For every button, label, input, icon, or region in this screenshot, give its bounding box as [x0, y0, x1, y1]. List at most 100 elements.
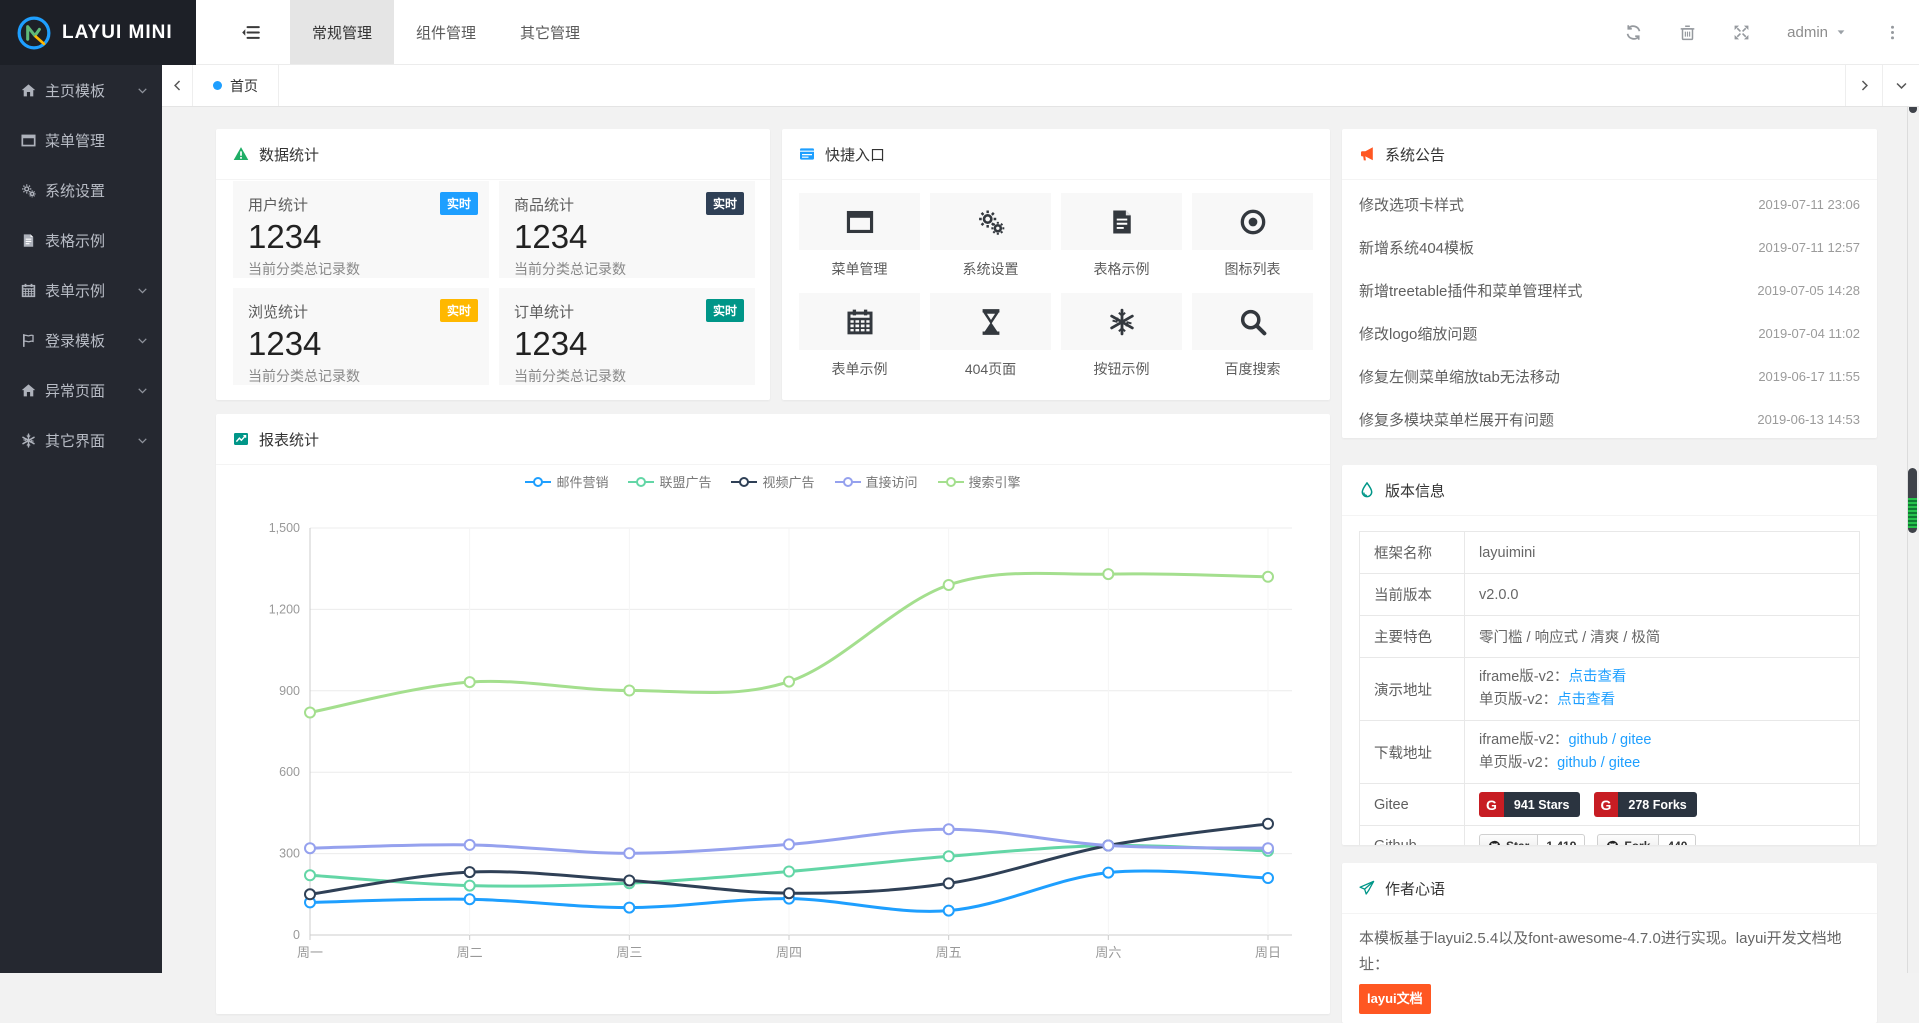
quick-icon-box [1061, 293, 1182, 350]
quick-entry-label: 按钮示例 [1061, 350, 1182, 381]
github-button-label: Star [1479, 834, 1538, 845]
sidebar-item-菜单管理[interactable]: 菜单管理 [0, 115, 162, 165]
stat-value: 1234 [248, 325, 474, 363]
stat-value: 1234 [514, 218, 740, 256]
sidebar-item-系统设置[interactable]: 系统设置 [0, 165, 162, 215]
version-row-label: 主要特色 [1360, 616, 1465, 658]
github-button-count: 440 [1659, 834, 1696, 845]
notice-text: 修复多模块菜单栏展开有问题 [1359, 409, 1757, 430]
quick-icon-box [799, 293, 920, 350]
gitee-logo-icon: G [1479, 792, 1504, 817]
version-row: 演示地址iframe版-v2：点击查看单页版-v2：点击查看 [1360, 658, 1860, 721]
notice-row: 新增treetable插件和菜单管理样式2019-07-05 14:28 [1342, 269, 1877, 312]
page-scrollbar-track[interactable] [1907, 107, 1919, 973]
version-link[interactable]: 点击查看 [1557, 692, 1615, 708]
quick-entry-图标列表[interactable]: 图标列表 [1192, 193, 1313, 281]
version-row-value: Star1,419 Fork 440 [1465, 826, 1860, 846]
version-link[interactable]: gitee [1609, 755, 1640, 771]
svg-text:周二: 周二 [457, 945, 483, 960]
quick-entry-菜单管理[interactable]: 菜单管理 [799, 193, 920, 281]
hourglass-icon [977, 308, 1005, 336]
quick-entry-404页面[interactable]: 404页面 [930, 293, 1051, 381]
notice-text: 修改logo缩放问题 [1359, 323, 1758, 344]
file-icon [1108, 208, 1136, 236]
notice-card-title: 系统公告 [1385, 144, 1445, 165]
link-prefix: 单页版-v2： [1479, 692, 1557, 708]
tab-scroll-left-button[interactable] [162, 65, 193, 106]
stats-card-header: 数据统计 [216, 129, 770, 180]
link-separator: / [1597, 755, 1609, 771]
notice-card-header: 系统公告 [1342, 129, 1877, 180]
quick-entry-表单示例[interactable]: 表单示例 [799, 293, 920, 381]
version-link[interactable]: github [1568, 732, 1608, 748]
leaf-icon [1359, 482, 1375, 498]
refresh-icon[interactable] [1625, 24, 1642, 41]
clear-cache-icon[interactable] [1679, 24, 1696, 41]
user-menu[interactable]: admin [1787, 24, 1847, 41]
tab-home[interactable]: 首页 [193, 65, 279, 106]
paper-plane-icon [1359, 880, 1375, 896]
notice-date: 2019-07-11 12:57 [1758, 240, 1860, 255]
sidebar-item-其它界面[interactable]: 其它界面 [0, 415, 162, 465]
gitee-shield-badge[interactable]: G278 Forks [1594, 792, 1697, 817]
layui-doc-badge[interactable]: layui文档 [1359, 984, 1431, 1015]
report-card: 报表统计 邮件营销联盟广告视频广告直接访问搜索引擎 03006009001,20… [216, 414, 1330, 1014]
quick-entry-表格示例[interactable]: 表格示例 [1061, 193, 1182, 281]
svg-text:周六: 周六 [1095, 945, 1121, 960]
version-link[interactable]: gitee [1620, 732, 1651, 748]
version-link[interactable]: 点击查看 [1568, 669, 1626, 685]
header-nav-tab-组件管理[interactable]: 组件管理 [394, 0, 498, 64]
collapse-sidebar-button[interactable] [224, 0, 276, 64]
sidebar-item-label: 系统设置 [45, 180, 148, 201]
notice-row: 修改选项卡样式2019-07-11 23:06 [1342, 183, 1877, 226]
version-link-line: 单页版-v2：github / gitee [1479, 752, 1859, 775]
quick-entry-label: 404页面 [930, 350, 1051, 381]
window-icon [21, 133, 36, 148]
github-fork-button[interactable]: Fork 440 [1597, 834, 1696, 845]
quick-icon-box [1061, 193, 1182, 250]
sidebar-item-表格示例[interactable]: 表格示例 [0, 215, 162, 265]
version-link-line: 单页版-v2：点击查看 [1479, 689, 1859, 712]
notice-date: 2019-06-13 14:53 [1757, 412, 1860, 427]
sidebar-item-label: 菜单管理 [45, 130, 148, 151]
tab-operations-dropdown[interactable] [1882, 65, 1919, 106]
github-button-text: Fork [1624, 839, 1650, 845]
notice-text: 新增系统404模板 [1359, 237, 1758, 258]
realtime-badge: 实时 [706, 299, 744, 322]
version-row: GithubStar1,419Fork440 [1360, 826, 1860, 846]
dotcircle-icon [1239, 208, 1267, 236]
flag-icon [21, 333, 36, 348]
sidebar-item-表单示例[interactable]: 表单示例 [0, 265, 162, 315]
link-prefix: 单页版-v2： [1479, 755, 1557, 771]
brand-logo[interactable]: LAYUI MINI [0, 0, 196, 65]
page-scrollbar-thumb[interactable] [1908, 468, 1917, 533]
svg-text:1,200: 1,200 [269, 602, 300, 616]
svg-text:0: 0 [293, 928, 300, 942]
gitee-shield-badge[interactable]: G941 Stars [1479, 792, 1580, 817]
fullscreen-icon[interactable] [1733, 24, 1750, 41]
sidebar-item-主页模板[interactable]: 主页模板 [0, 65, 162, 115]
github-star-button[interactable]: Star1,419 [1479, 834, 1585, 845]
notice-row: 修复左侧菜单缩放tab无法移动2019-06-17 11:55 [1342, 355, 1877, 398]
menu-collapse-icon [241, 23, 260, 42]
chevron-down-icon [137, 435, 148, 446]
sidebar-item-异常页面[interactable]: 异常页面 [0, 365, 162, 415]
version-row-value: layuimini [1465, 532, 1860, 574]
quick-entry-百度搜索[interactable]: 百度搜索 [1192, 293, 1313, 381]
chevron-down-icon [137, 85, 148, 96]
quick-icon-box [799, 193, 920, 250]
sidebar-item-登录模板[interactable]: 登录模板 [0, 315, 162, 365]
version-card: 版本信息 框架名称layuimini当前版本v2.0.0主要特色零门槛 / 响应… [1342, 465, 1877, 845]
more-menu-icon[interactable] [1884, 24, 1901, 41]
megaphone-icon [1359, 146, 1375, 162]
tab-scroll-right-button[interactable] [1845, 65, 1882, 106]
quick-entry-系统设置[interactable]: 系统设置 [930, 193, 1051, 281]
header-nav-tab-常规管理[interactable]: 常规管理 [290, 0, 394, 64]
quick-icon-box [1192, 293, 1313, 350]
header-nav-tab-其它管理[interactable]: 其它管理 [498, 0, 602, 64]
realtime-badge: 实时 [440, 192, 478, 215]
quick-entry-按钮示例[interactable]: 按钮示例 [1061, 293, 1182, 381]
version-link[interactable]: github [1557, 755, 1597, 771]
author-card: 作者心语 本模板基于layui2.5.4以及font-awesome-4.7.0… [1342, 863, 1877, 1023]
tabbar-spacer [279, 65, 1845, 106]
